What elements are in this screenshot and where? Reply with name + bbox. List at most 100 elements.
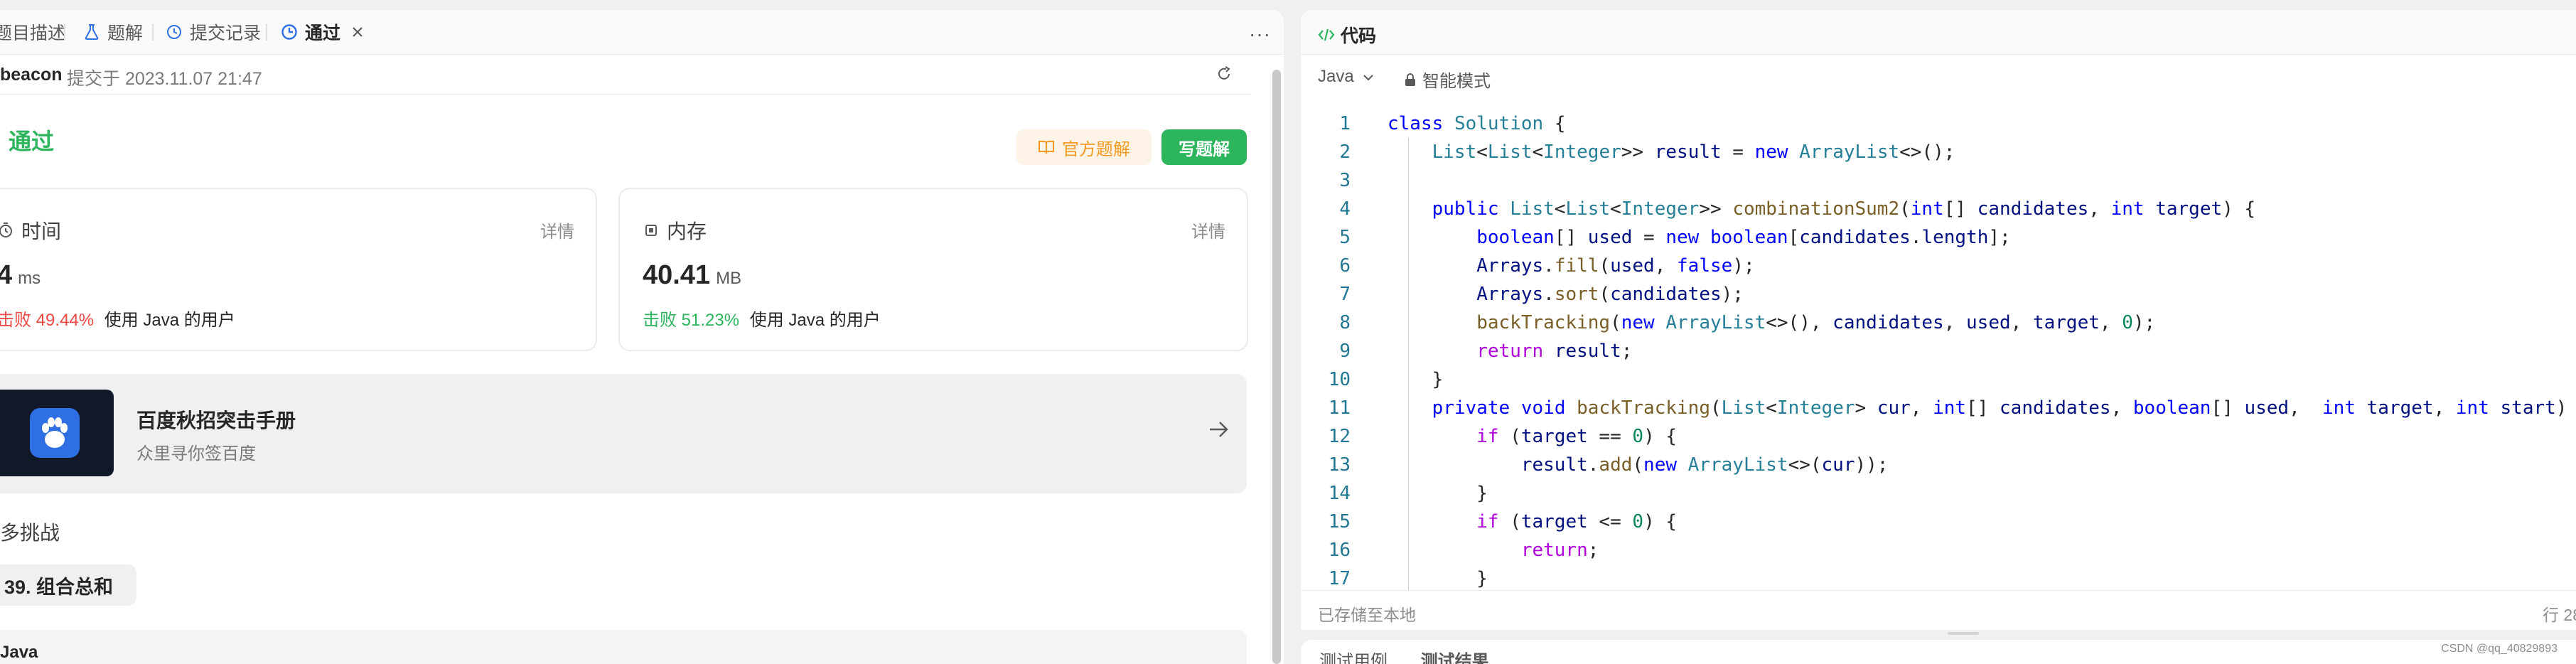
code-token: candidates	[1610, 284, 1722, 305]
smart-mode-toggle[interactable]: 智能模式	[1404, 67, 1491, 92]
code-token: );	[1732, 255, 1755, 277]
tab-description[interactable]: 题目描述	[0, 10, 65, 54]
panel-resize-handle[interactable]	[1948, 632, 1979, 635]
code-token: List	[1510, 198, 1555, 220]
code-line[interactable]: 14 }	[1301, 479, 2576, 508]
code-token: boolean	[1476, 227, 1555, 248]
runtime-number: 4	[0, 260, 13, 290]
tab-test-result[interactable]: 测试结果	[1421, 652, 1489, 664]
code-token: return	[1476, 341, 1544, 362]
timer-icon	[0, 223, 12, 237]
write-solution-button[interactable]: 写题解	[1161, 129, 1247, 165]
code-token: <	[1554, 198, 1566, 220]
tab-testcase[interactable]: 测试用例	[1319, 652, 1388, 664]
line-number: 10	[1328, 369, 1351, 390]
code-text: List<List<Integer>> result = new ArrayLi…	[1388, 138, 1955, 166]
code-token: ) {	[2555, 397, 2567, 419]
code-line[interactable]: 6 Arrays.fill(used, false);	[1301, 252, 2576, 280]
promo-banner[interactable]: 百度秋招突击手册 众里寻你签百度	[0, 374, 1247, 493]
code-token: 0	[1632, 426, 1644, 447]
tab-solutions[interactable]: 题解	[82, 10, 143, 54]
code-token: ArrayList	[1687, 454, 1788, 476]
code-line[interactable]: 9 return result;	[1301, 337, 2576, 365]
code-token: int	[1910, 198, 1944, 220]
code-token: ==	[1587, 426, 1633, 447]
more-icon[interactable]: ···	[1249, 23, 1271, 45]
code-token: candidates	[1799, 227, 1911, 248]
code-token: new	[1754, 141, 1788, 163]
tab-submissions[interactable]: 提交记录	[165, 10, 261, 54]
line-number: 16	[1328, 540, 1351, 561]
code-token: target	[2155, 198, 2223, 220]
code-token: combinationSum2	[1732, 198, 1900, 220]
code-line[interactable]: 7 Arrays.sort(candidates);	[1301, 280, 2576, 309]
code-token: (	[1599, 255, 1611, 277]
code-line[interactable]: 4 public List<List<Integer>> combination…	[1301, 195, 2576, 223]
code-line[interactable]: 5 boolean[] used = new boolean[candidate…	[1301, 223, 2576, 252]
code-token: fill	[1554, 255, 1599, 277]
code-token: int	[2110, 198, 2145, 220]
official-solution-button[interactable]: 官方题解	[1016, 129, 1152, 165]
code-text: result.add(new ArrayList<>(cur));	[1388, 451, 1889, 479]
runtime-beat-prefix: 击败	[0, 311, 31, 330]
code-token: List	[1487, 141, 1533, 163]
code-line[interactable]: 11 private void backTracking(List<Intege…	[1301, 394, 2576, 422]
code-token: );	[1721, 284, 1744, 305]
submitter-name[interactable]: beacon	[0, 65, 63, 85]
runtime-card[interactable]: 时间 详情 4 ms 击败 49.44% 使用 Java 的用户	[0, 188, 597, 351]
code-token: [	[1788, 227, 1800, 248]
code-token: boolean	[1710, 227, 1788, 248]
related-problem-chip[interactable]: 39. 组合总和	[0, 564, 136, 606]
code-line[interactable]: 17 }	[1301, 564, 2576, 590]
runtime-detail-link[interactable]: 详情	[540, 218, 574, 242]
chevron-down-icon	[1363, 75, 1374, 81]
code-token: void	[1520, 397, 1566, 419]
tab-accepted[interactable]: 通过	[280, 10, 365, 54]
code-line[interactable]: 16 return;	[1301, 536, 2576, 564]
code-text: backTracking(new ArrayList<>(), candidat…	[1388, 309, 2155, 337]
official-solution-label: 官方题解	[1062, 139, 1130, 159]
code-text: }	[1388, 564, 1488, 590]
code-token: target	[2366, 397, 2434, 419]
code-token: <>(	[1788, 454, 1822, 476]
left-scrollbar[interactable]	[1272, 70, 1281, 664]
tab-separator	[266, 23, 267, 41]
code-line[interactable]: 3	[1301, 166, 2576, 195]
left-tab-bar: 题目描述 题解 提交记录 通过 ···	[0, 10, 1284, 55]
language-select[interactable]: Java	[1318, 67, 1374, 87]
test-tabs: 测试用例 测试结果	[1319, 647, 1489, 664]
code-token: false	[1677, 255, 1733, 277]
code-line[interactable]: 10 }	[1301, 365, 2576, 394]
refresh-icon[interactable]	[1215, 65, 1233, 82]
memory-detail-link[interactable]: 详情	[1191, 218, 1225, 242]
code-line[interactable]: 1 class Solution {	[1301, 109, 2576, 138]
arrow-right-icon[interactable]	[1206, 417, 1231, 442]
memory-beat-suffix: 使用 Java 的用户	[749, 311, 881, 330]
code-line[interactable]: 2 List<List<Integer>> result = new Array…	[1301, 138, 2576, 166]
memory-card[interactable]: 内存 详情 40.41 MB 击败 51.23% 使用 Java 的用户	[618, 188, 1248, 351]
code-token: }	[1388, 483, 1488, 504]
code-line[interactable]: 15 if (target <= 0) {	[1301, 508, 2576, 536]
code-line[interactable]: 13 result.add(new ArrayList<>(cur));	[1301, 451, 2576, 479]
code-editor[interactable]: 1 class Solution {2 List<List<Integer>> r…	[1301, 109, 2576, 590]
tab-submissions-label: 提交记录	[190, 23, 262, 43]
code-token: Solution	[1454, 113, 1544, 134]
code-token: 0	[2122, 312, 2133, 333]
code-token: Integer	[1543, 141, 1621, 163]
close-icon[interactable]	[350, 25, 365, 39]
code-token: (	[1710, 397, 1722, 419]
code-token: Arrays	[1476, 284, 1544, 305]
code-token: }	[1388, 369, 1444, 390]
code-line[interactable]: 12 if (target == 0) {	[1301, 422, 2576, 451]
paw-logo-icon	[30, 408, 80, 458]
code-token: {	[1543, 113, 1566, 134]
code-line[interactable]: 8 backTracking(new ArrayList<>(), candid…	[1301, 309, 2576, 337]
